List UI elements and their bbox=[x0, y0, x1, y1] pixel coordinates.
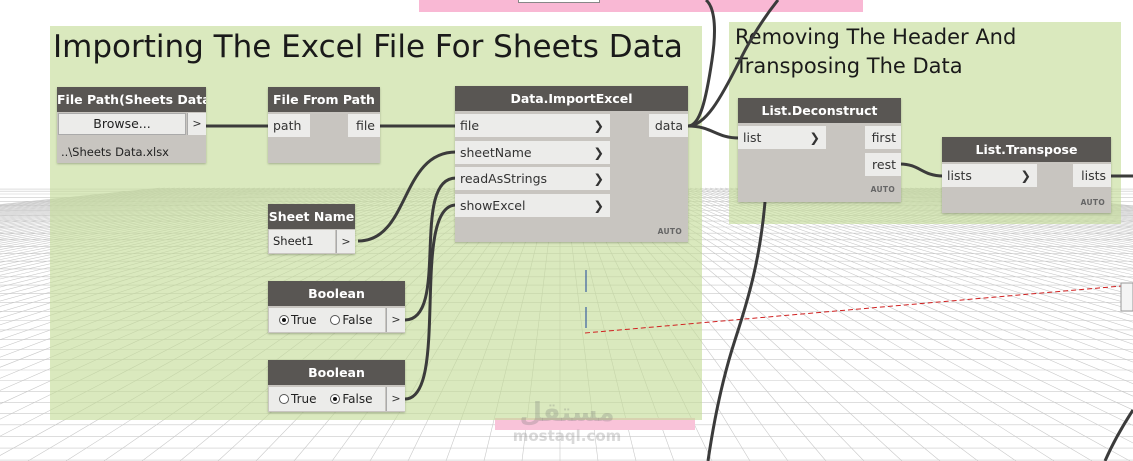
boolean-2-toggle[interactable]: True False bbox=[269, 387, 385, 411]
sheet-name-output-port[interactable]: > bbox=[336, 230, 355, 253]
boolean-2-true-label: True bbox=[291, 392, 317, 406]
boolean-1-false-label: False bbox=[342, 313, 373, 327]
node-header-sheet-name: Sheet Name bbox=[268, 204, 355, 229]
input-port-list-label: list bbox=[743, 130, 762, 145]
radio-true-icon[interactable] bbox=[279, 315, 289, 325]
input-port-readasstrings-label: readAsStrings bbox=[460, 171, 548, 186]
node-data-importexcel[interactable]: Data.ImportExcel file ❯ sheetName ❯ readAs… bbox=[455, 86, 688, 242]
output-port-data-label: data bbox=[654, 118, 683, 133]
output-port-first[interactable]: first bbox=[865, 126, 901, 149]
chevron-right-icon: ❯ bbox=[593, 145, 604, 160]
input-port-readasstrings[interactable]: readAsStrings ❯ bbox=[455, 167, 610, 190]
output-port-file[interactable]: file bbox=[348, 114, 380, 137]
input-port-list[interactable]: list ❯ bbox=[738, 126, 826, 149]
input-port-showexcel-label: showExcel bbox=[460, 198, 526, 213]
boolean-1-output-port[interactable]: > bbox=[386, 308, 405, 332]
radio-false-icon[interactable] bbox=[330, 315, 341, 325]
node-header-importexcel: Data.ImportExcel bbox=[455, 86, 688, 111]
output-port-file-label: file bbox=[355, 118, 375, 133]
node-header-list-deconstruct: List.Deconstruct bbox=[738, 98, 901, 123]
input-port-showexcel[interactable]: showExcel ❯ bbox=[455, 194, 610, 217]
boolean-1-true-label: True bbox=[291, 313, 317, 327]
input-port-path-label: path bbox=[273, 118, 302, 133]
node-header-list-transpose: List.Transpose bbox=[942, 137, 1111, 162]
input-port-file[interactable]: file ❯ bbox=[455, 114, 610, 137]
node-list-deconstruct[interactable]: List.Deconstruct list ❯ first rest AUTO bbox=[738, 98, 901, 202]
node-file-path[interactable]: File Path(Sheets Data) Browse... > ..\Sh… bbox=[57, 87, 206, 163]
input-port-sheetname-label: sheetName bbox=[460, 145, 532, 160]
node-header-file-path: File Path(Sheets Data) bbox=[57, 87, 206, 112]
boolean-2-output-port[interactable]: > bbox=[386, 387, 405, 411]
node-boolean-2[interactable]: Boolean True False > bbox=[268, 360, 405, 412]
watermark-line2: mostaql.com bbox=[512, 427, 622, 445]
node-sheet-name[interactable]: Sheet Name Sheet1 > bbox=[268, 204, 355, 254]
browse-button[interactable]: Browse... bbox=[58, 113, 186, 135]
chevron-right-icon: ❯ bbox=[593, 171, 604, 186]
file-path-value: ..\Sheets Data.xlsx bbox=[61, 145, 169, 159]
output-port-first-label: first bbox=[871, 130, 896, 145]
output-port-data[interactable]: data bbox=[649, 114, 688, 137]
output-port-rest[interactable]: rest bbox=[865, 153, 901, 176]
node-list-transpose[interactable]: List.Transpose lists ❯ lists AUTO bbox=[942, 137, 1111, 213]
input-port-path[interactable]: path bbox=[268, 114, 310, 137]
watermark-line1: مستقل bbox=[519, 398, 615, 428]
file-path-output-port[interactable]: > bbox=[187, 113, 206, 135]
node-file-from-path[interactable]: File From Path path file bbox=[268, 87, 380, 163]
boolean-1-toggle[interactable]: True False bbox=[269, 308, 385, 332]
input-port-file-label: file bbox=[460, 118, 480, 133]
input-port-lists-label: lists bbox=[947, 168, 972, 183]
dynamo-canvas[interactable]: Importing The Excel File For Sheets Data… bbox=[0, 0, 1133, 461]
output-port-rest-label: rest bbox=[872, 157, 896, 172]
output-port-lists-label: lists bbox=[1081, 168, 1106, 183]
node-header-file-from-path: File From Path bbox=[268, 87, 380, 112]
chevron-right-icon: ❯ bbox=[593, 118, 604, 133]
node-boolean-1[interactable]: Boolean True False > bbox=[268, 281, 405, 333]
boolean-2-false-label: False bbox=[342, 392, 373, 406]
chevron-right-icon: ❯ bbox=[593, 198, 604, 213]
input-port-lists[interactable]: lists ❯ bbox=[942, 164, 1037, 187]
chevron-right-icon: ❯ bbox=[1020, 168, 1031, 183]
chevron-right-icon: ❯ bbox=[809, 130, 820, 145]
input-port-sheetname[interactable]: sheetName ❯ bbox=[455, 141, 610, 164]
sheet-name-input[interactable]: Sheet1 bbox=[269, 230, 335, 253]
node-header-boolean-1: Boolean bbox=[268, 281, 405, 306]
node-header-boolean-2: Boolean bbox=[268, 360, 405, 385]
output-port-lists[interactable]: lists bbox=[1073, 164, 1111, 187]
radio-false-icon[interactable] bbox=[330, 394, 341, 404]
lacing-label: AUTO bbox=[657, 227, 682, 236]
radio-true-icon[interactable] bbox=[279, 394, 289, 404]
lacing-label: AUTO bbox=[870, 185, 895, 194]
lacing-label: AUTO bbox=[1080, 198, 1105, 207]
watermark-logo: مستقل mostaql.com bbox=[502, 398, 632, 444]
